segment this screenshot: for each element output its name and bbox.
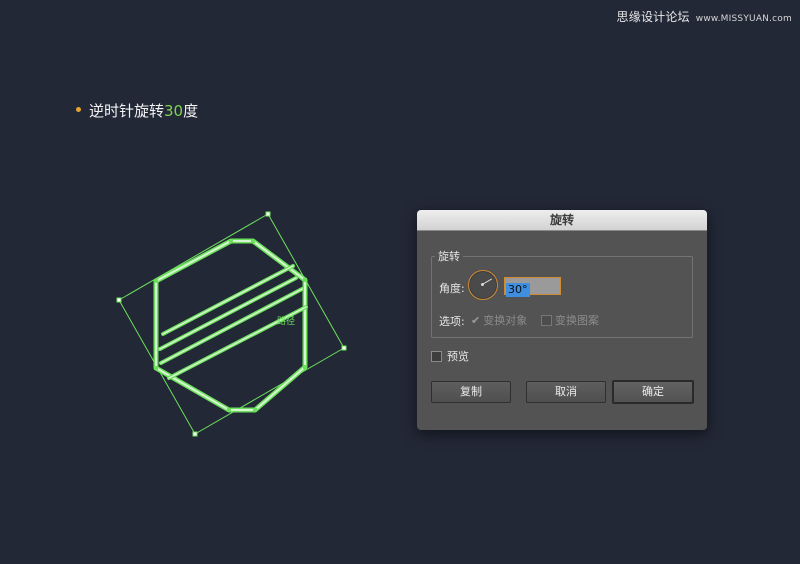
- handle-bottom: [192, 431, 198, 437]
- angle-input-value: 30°: [506, 283, 530, 297]
- rotate-dialog: 旋转 旋转 角度: 30° 选项: ✔ 变换对象 变换图案 预览 复制 取消 确定: [417, 210, 707, 430]
- ok-button[interactable]: 确定: [612, 380, 694, 404]
- dialog-title[interactable]: 旋转: [417, 210, 707, 231]
- transform-objects-label: 变换对象: [483, 314, 528, 327]
- transform-objects-option[interactable]: ✔ 变换对象: [471, 312, 527, 328]
- checkmark-icon: ✔: [471, 314, 481, 327]
- copy-button[interactable]: 复制: [431, 381, 511, 403]
- shape-center-label: 路径: [277, 315, 295, 327]
- angle-label: 角度:: [439, 282, 465, 295]
- preview-option[interactable]: 预览: [431, 348, 469, 364]
- angle-input[interactable]: 30°: [504, 277, 561, 297]
- handle-top: [265, 211, 271, 217]
- handle-right: [341, 345, 347, 351]
- preview-checkbox[interactable]: [431, 350, 442, 362]
- handle-left: [116, 297, 122, 303]
- transform-patterns-option[interactable]: 变换图案: [541, 312, 599, 328]
- cancel-button[interactable]: 取消: [526, 381, 606, 403]
- angle-dial[interactable]: [468, 270, 498, 300]
- transform-patterns-checkbox[interactable]: [541, 314, 552, 326]
- preview-label: 预览: [447, 350, 469, 363]
- transform-patterns-label: 变换图案: [555, 314, 599, 327]
- rotate-group-label: 旋转: [435, 248, 463, 264]
- options-label: 选项:: [439, 315, 465, 328]
- dial-center-dot: [481, 283, 484, 286]
